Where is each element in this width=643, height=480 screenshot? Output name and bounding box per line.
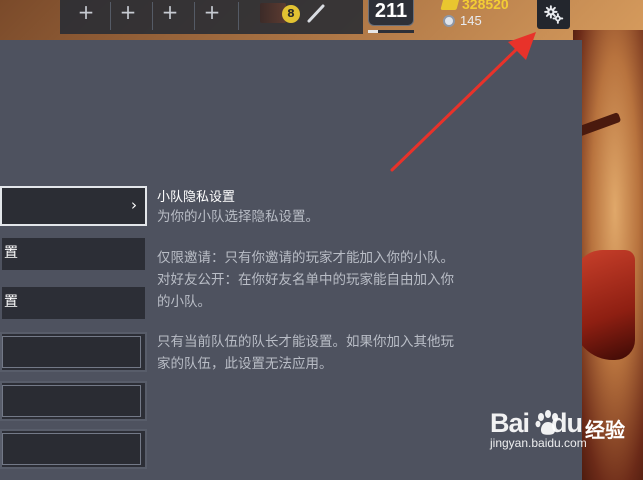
coin-icon [440, 0, 460, 10]
watermark-logo-text: Bai [490, 408, 530, 438]
gem-balance: 145 [460, 13, 482, 28]
menu-item-6[interactable] [0, 429, 147, 469]
gear-icon [544, 5, 564, 24]
level-progress-fill [368, 30, 379, 33]
detail-leader-note-line1: 只有当前队伍的队长才能设置。如果你加入其他玩 [157, 334, 454, 350]
detail-friends-open-line2: 的小队。 [157, 294, 211, 310]
detail-leader-note-line2: 家的队伍，此设置无法应用。 [157, 356, 333, 372]
watermark-url: jingyan.baidu.com [490, 436, 587, 450]
chevron-right-icon: › [131, 196, 137, 214]
watermark-zh: 经验 [585, 418, 625, 442]
knife-icon[interactable] [305, 1, 327, 25]
loadout-slot-4[interactable]: + [194, 1, 230, 25]
menu-item-inner [2, 336, 141, 368]
menu-item-4[interactable] [0, 332, 147, 372]
menu-item-5[interactable] [0, 381, 147, 421]
detail-title: 小队隐私设置 [157, 190, 236, 205]
coin-balance: 328520 [462, 0, 509, 12]
detail-friends-open-line1: 对好友公开：在你好友名单中的玩家能自由加入你 [157, 272, 454, 288]
menu-item-squad-privacy[interactable]: › [0, 186, 147, 226]
menu-item-label: 置 [4, 294, 18, 310]
menu-item-inner [2, 385, 141, 417]
detail-invite-only: 仅限邀请：只有你邀请的玩家才能加入你的小队。 [157, 250, 454, 266]
weapon-badge-icon: 8 [282, 5, 300, 23]
slot-divider [238, 2, 239, 30]
menu-item-inner [2, 433, 141, 465]
paw-icon [535, 410, 558, 435]
background-character-arm [573, 250, 635, 360]
annotation-arrow [390, 32, 536, 172]
menu-item-3[interactable]: 置 [0, 285, 147, 321]
loadout-slot-2[interactable]: + [110, 1, 146, 25]
menu-item-label: 置 [4, 245, 18, 261]
gem-icon [443, 15, 455, 27]
player-level: 211 [368, 0, 414, 26]
baidu-watermark: Bai du 经验 jingyan.baidu.com [490, 408, 625, 450]
detail-subtitle: 为你的小队选择隐私设置。 [157, 209, 319, 225]
settings-button[interactable] [537, 0, 570, 29]
loadout-slot-1[interactable]: + [68, 1, 104, 25]
loadout-slot-3[interactable]: + [152, 1, 188, 25]
menu-item-2[interactable]: 置 [0, 236, 147, 272]
